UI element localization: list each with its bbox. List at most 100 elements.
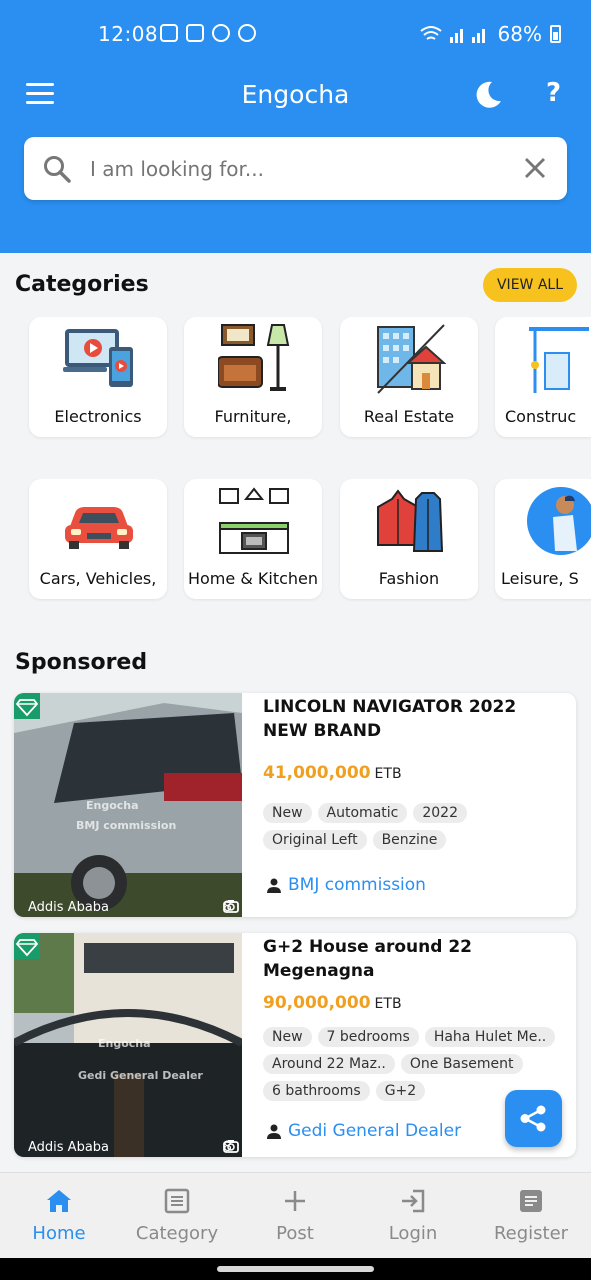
status-time: 12:08 (98, 22, 159, 46)
attribute-chip: Haha Hulet Me.. (424, 1027, 556, 1047)
listing-attributes: New Automatic 2022 Original Left Benzine (263, 803, 573, 850)
listing-location: Addis Ababa (28, 1140, 110, 1155)
search-input[interactable] (90, 153, 490, 185)
category-label: Home & Kitchen (187, 569, 319, 588)
search-bar (24, 137, 567, 200)
wifi-icon (419, 26, 442, 40)
listing-title: LINCOLN NAVIGATOR 2022 NEW BRAND (263, 697, 517, 741)
sponsored-badge (14, 693, 40, 719)
category-real-estate[interactable]: Real Estate (340, 317, 478, 437)
category-electronics[interactable]: Electronics (29, 317, 167, 437)
listing-image: Engocha BMJ commission Addis Ababa 8 (14, 693, 242, 917)
listing-card[interactable]: Engocha BMJ commission Addis Ababa 8 LIN… (14, 693, 576, 917)
category-icon (164, 1188, 190, 1214)
photo-count: 8 (223, 1139, 239, 1155)
fashion-icon (377, 489, 444, 552)
app-header: 12:08 68% Engocha ? (0, 0, 591, 253)
category-label: Construc (505, 407, 577, 426)
nav-login[interactable]: Login (354, 1187, 472, 1257)
share-button[interactable] (505, 1090, 562, 1147)
nav-post[interactable]: Post (236, 1187, 354, 1257)
category-furniture[interactable]: Furniture, (184, 317, 322, 437)
status-bar: 12:08 68% (0, 18, 591, 52)
price-currency: ETB (374, 766, 402, 782)
watermark-seller: BMJ commission (76, 819, 177, 832)
category-row-2: Cars, Vehicles, Home & Kitchen Fashion L… (0, 479, 591, 609)
category-cars[interactable]: Cars, Vehicles, (29, 479, 167, 599)
attribute-chip: Automatic (317, 803, 408, 823)
nav-register[interactable]: Register (472, 1187, 590, 1257)
instagram-icon (160, 24, 178, 42)
bottom-navigation: Home Category Post Login Register (0, 1172, 591, 1260)
nav-label: Login (388, 1223, 438, 1244)
furniture-icon (218, 324, 290, 391)
leisure-icon (527, 487, 591, 555)
signal-icon (449, 29, 485, 43)
app-bar: Engocha ? (0, 70, 591, 120)
attribute-chip: Original Left (263, 830, 367, 850)
photo-count: 8 (223, 899, 239, 915)
help-icon[interactable]: ? (546, 78, 561, 108)
nav-home[interactable]: Home (0, 1187, 118, 1257)
electronics-icon (63, 329, 133, 387)
watermark-brand: Engocha (86, 799, 139, 812)
category-construction[interactable]: Construc (495, 317, 591, 437)
real-estate-icon (377, 324, 446, 394)
sponsored-badge (14, 933, 40, 959)
listing-price: 90,000,000 ETB (263, 993, 402, 1013)
attribute-chip: One Basement (400, 1054, 523, 1074)
battery-percent: 68% (497, 22, 542, 46)
category-home-kitchen[interactable]: Home & Kitchen (184, 479, 322, 599)
share-icon (520, 1105, 546, 1132)
car-icon (65, 507, 133, 549)
nav-category[interactable]: Category (118, 1187, 236, 1257)
watermark-brand: Engocha (98, 1037, 151, 1050)
sponsored-title: Sponsored (15, 650, 148, 675)
status-right: 68% (419, 22, 561, 46)
category-row-1: Electronics Furniture, Real Estate Const… (0, 317, 591, 447)
login-icon (402, 1189, 425, 1213)
notification-icon (212, 24, 230, 42)
attribute-chip: New (263, 1027, 312, 1047)
dark-mode-icon[interactable] (472, 79, 504, 111)
nav-label: Register (493, 1223, 569, 1244)
attribute-chip: Benzine (372, 830, 447, 850)
listing-seller[interactable]: BMJ commission (266, 875, 426, 895)
camera-icon (223, 900, 239, 913)
categories-title: Categories (15, 272, 149, 297)
watermark-seller: Gedi General Dealer (78, 1069, 203, 1082)
seller-name: Gedi General Dealer (288, 1121, 462, 1141)
close-icon[interactable] (523, 156, 547, 180)
listing-price: 41,000,000 ETB (263, 763, 402, 783)
attribute-chip: 2022 (413, 803, 467, 823)
search-icon (44, 156, 71, 183)
attribute-chip: New (263, 803, 312, 823)
construction-icon (529, 327, 589, 393)
person-icon (267, 878, 281, 893)
seller-name: BMJ commission (288, 875, 426, 895)
cloud-icon (238, 24, 256, 42)
category-label: Furniture, (214, 407, 292, 426)
listing-image: Engocha Gedi General Dealer Addis Ababa … (14, 933, 242, 1157)
listing-card[interactable]: Engocha Gedi General Dealer Addis Ababa … (14, 933, 576, 1157)
home-gesture-bar[interactable] (217, 1266, 374, 1272)
category-fashion[interactable]: Fashion (340, 479, 478, 599)
attribute-chip: 6 bathrooms (263, 1081, 370, 1101)
person-icon (267, 1124, 281, 1139)
price-value: 90,000,000 (263, 993, 371, 1013)
nav-label: Category (135, 1223, 219, 1244)
kitchen-icon (219, 487, 289, 554)
notification-icons (160, 24, 256, 42)
category-label: Fashion (378, 569, 440, 588)
category-label: Cars, Vehicles, (39, 569, 157, 588)
category-label: Leisure, S (501, 569, 579, 588)
price-currency: ETB (374, 996, 402, 1012)
listing-location: Addis Ababa (28, 900, 110, 915)
category-label: Electronics (54, 407, 142, 426)
view-all-button[interactable]: VIEW ALL (483, 268, 577, 302)
listing-seller[interactable]: Gedi General Dealer (266, 1121, 461, 1141)
nav-label: Post (276, 1223, 314, 1244)
category-leisure[interactable]: Leisure, S (495, 479, 591, 599)
attribute-chip: 7 bedrooms (317, 1027, 419, 1047)
plus-icon (285, 1191, 305, 1211)
